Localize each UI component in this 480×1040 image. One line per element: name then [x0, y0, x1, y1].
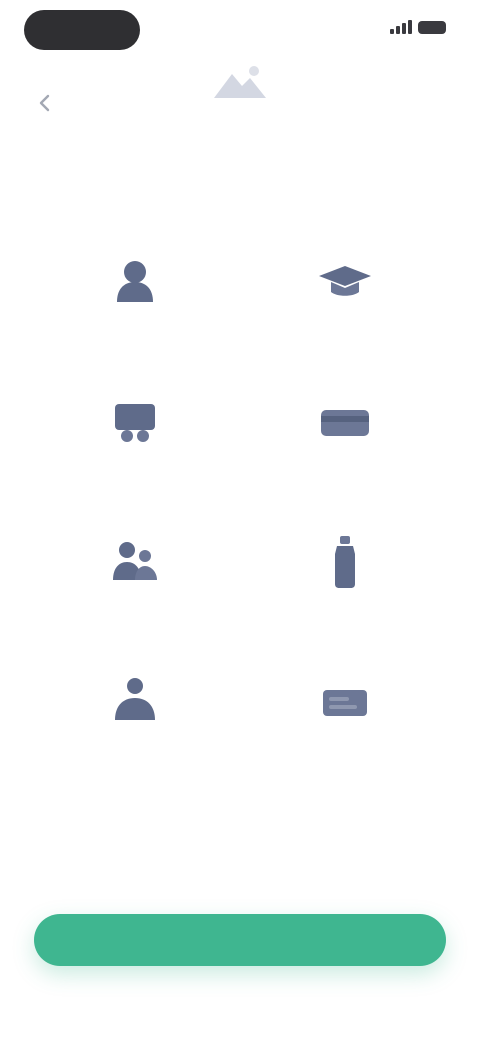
option-family[interactable] [30, 510, 240, 650]
option-cap[interactable] [240, 230, 450, 370]
document-icon [313, 670, 377, 739]
battery-icon [418, 20, 446, 34]
group-icon [103, 390, 167, 459]
status-bar-time-pill [24, 10, 140, 50]
user-icon [103, 250, 167, 319]
couple-icon [103, 670, 167, 739]
signal-icon [390, 20, 412, 34]
mountain-icon [210, 62, 270, 102]
status-bar-right [390, 20, 446, 34]
card-icon [313, 390, 377, 459]
option-bottle[interactable] [240, 510, 450, 650]
bottle-icon [313, 530, 377, 599]
screen [0, 0, 480, 1040]
option-couple[interactable] [30, 650, 240, 790]
cap-icon [313, 250, 377, 319]
options-grid [30, 230, 450, 790]
family-icon [103, 530, 167, 599]
continue-button[interactable] [34, 914, 446, 966]
option-group[interactable] [30, 370, 240, 510]
back-arrow-icon[interactable] [34, 92, 56, 114]
option-document[interactable] [240, 650, 450, 790]
option-user[interactable] [30, 230, 240, 370]
option-card[interactable] [240, 370, 450, 510]
